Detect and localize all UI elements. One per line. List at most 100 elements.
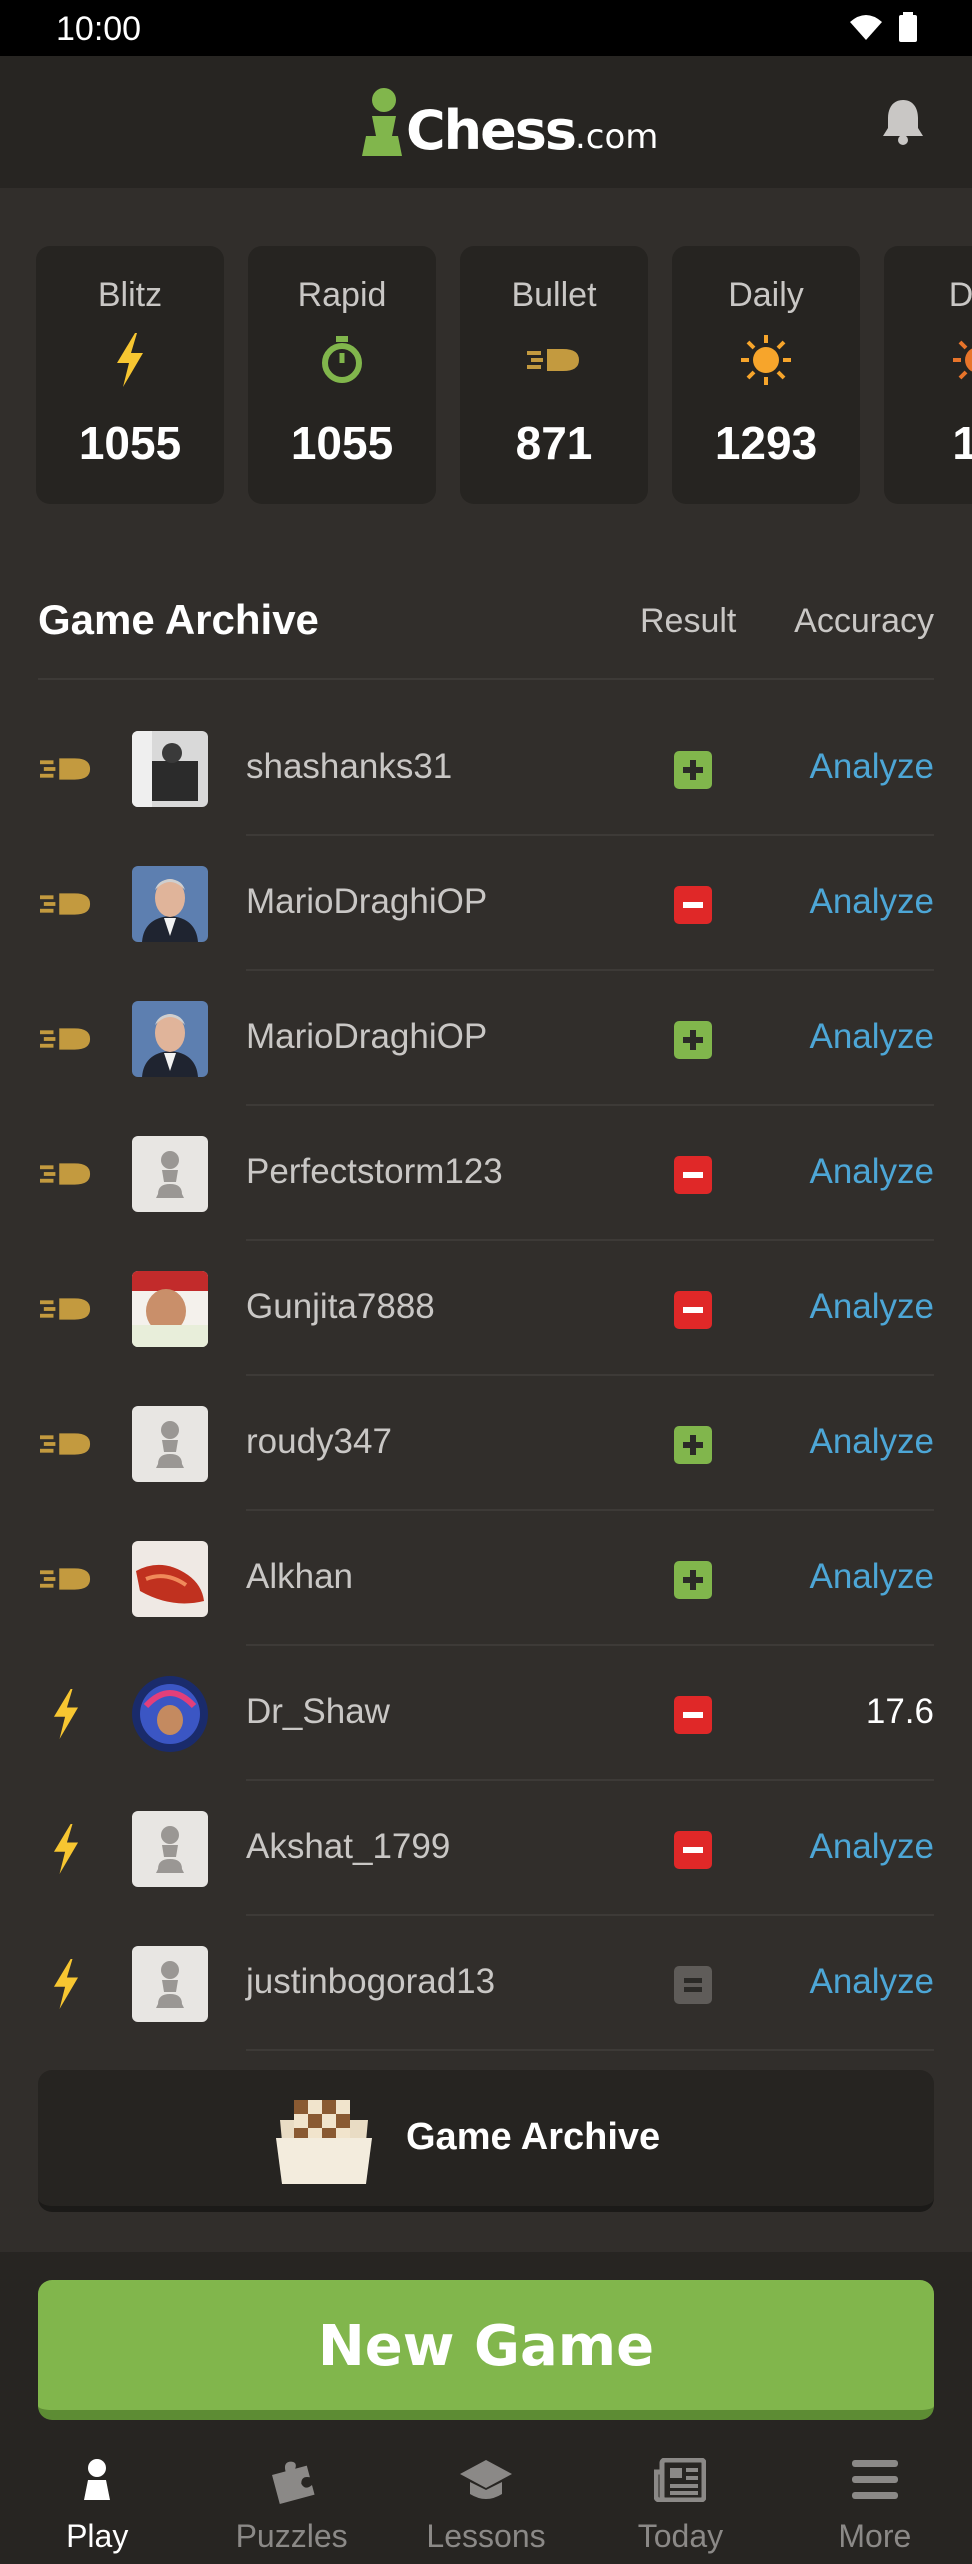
analyze-link[interactable]: Analyze [809,1827,934,1867]
sun-icon [672,332,860,388]
analyze-link[interactable]: Analyze [809,1557,934,1597]
result-minus-icon [674,886,712,924]
rating-card-daily-960[interactable]: Dail 12 [884,246,972,504]
player-name[interactable]: roudy347 [246,1422,392,1462]
avatar[interactable] [132,1676,208,1752]
player-name[interactable]: MarioDraghiOP [246,882,487,922]
notifications-bell-icon[interactable] [880,96,926,151]
game-row[interactable]: Akshat_1799 Analyze [0,1781,972,1916]
avatar[interactable] [132,1811,208,1887]
row-divider [246,2049,934,2051]
bullet-icon [38,1419,94,1469]
result-plus-icon [674,751,712,789]
avatar[interactable] [132,1946,208,2022]
game-archive-button-label: Game Archive [406,2116,661,2158]
bullet-icon [460,332,648,388]
rating-label: Daily [728,276,804,314]
rating-label: Bullet [511,276,597,314]
pawn-icon [0,2452,194,2508]
new-game-button[interactable]: New Game [38,2280,934,2420]
logo-suffix: .com [574,117,659,157]
player-name[interactable]: justinbogorad13 [246,1962,495,2002]
newspaper-icon [583,2452,777,2508]
avatar[interactable] [132,1001,208,1077]
menu-icon [778,2452,972,2508]
player-name[interactable]: Perfectstorm123 [246,1152,503,1192]
game-row[interactable]: shashanks31 Analyze [0,701,972,836]
result-minus-icon [674,1831,712,1869]
tab-label: Puzzles [235,2518,348,2554]
player-name[interactable]: Akshat_1799 [246,1827,450,1867]
game-row[interactable]: justinbogorad13 Analyze [0,1916,972,2051]
logo-text: Chess [406,99,577,162]
player-name[interactable]: Alkhan [246,1557,353,1597]
avatar[interactable] [132,1136,208,1212]
player-name[interactable]: Dr_Shaw [246,1692,390,1732]
tab-label: Today [637,2518,724,2554]
bullet-icon [38,1014,94,1064]
rating-card-bullet[interactable]: Bullet 871 [460,246,648,504]
rating-card-rapid[interactable]: Rapid 1055 [248,246,436,504]
tab-label: Lessons [426,2518,546,2554]
player-name[interactable]: MarioDraghiOP [246,1017,487,1057]
game-row[interactable]: Gunjita7888 Analyze [0,1241,972,1376]
stopwatch-icon [248,332,436,388]
bullet-icon [38,1149,94,1199]
bullet-icon [38,879,94,929]
rating-label: Dail [948,276,972,314]
rating-label: Rapid [297,276,387,314]
game-archive-button[interactable]: Game Archive [38,2070,934,2212]
game-row[interactable]: Alkhan Analyze [0,1511,972,1646]
daily-960-icon [884,332,972,388]
result-minus-icon [674,1156,712,1194]
analyze-link[interactable]: Analyze [809,747,934,787]
rating-label: Blitz [97,276,163,314]
rating-card-daily[interactable]: Daily 1293 [672,246,860,504]
column-header-accuracy: Accuracy [794,602,934,640]
avatar[interactable] [132,731,208,807]
result-minus-icon [674,1696,712,1734]
new-game-label: New Game [317,2314,655,2379]
tab-play[interactable]: Play [0,2452,194,2564]
lightning-icon [38,1959,94,2009]
game-row[interactable]: Dr_Shaw 17.6 [0,1646,972,1781]
player-name[interactable]: shashanks31 [246,747,452,787]
result-plus-icon [674,1561,712,1599]
avatar[interactable] [132,866,208,942]
avatar[interactable] [132,1406,208,1482]
result-plus-icon [674,1021,712,1059]
analyze-link[interactable]: Analyze [809,882,934,922]
game-row[interactable]: Perfectstorm123 Analyze [0,1106,972,1241]
game-row[interactable]: MarioDraghiOP Analyze [0,971,972,1106]
rating-value: 1055 [290,417,394,469]
wifi-icon [848,12,884,47]
rating-cards: Blitz 1055 Rapid 1055 Bullet 871 Daily 1… [36,246,972,504]
analyze-link[interactable]: Analyze [809,1287,934,1327]
battery-icon [898,12,918,47]
status-bar: 10:00 [0,0,972,56]
chess-com-logo[interactable]: Chess .com [356,86,658,158]
rating-value: 1293 [714,417,818,469]
tab-puzzles[interactable]: Puzzles [194,2452,388,2564]
section-title: Game Archive [38,596,319,643]
analyze-link[interactable]: Analyze [809,1962,934,2002]
tab-label: More [838,2518,912,2554]
analyze-link[interactable]: Analyze [809,1152,934,1192]
game-row[interactable]: MarioDraghiOP Analyze [0,836,972,971]
bullet-icon [38,1284,94,1334]
game-row[interactable]: roudy347 Analyze [0,1376,972,1511]
avatar[interactable] [132,1541,208,1617]
analyze-link[interactable]: Analyze [809,1422,934,1462]
tab-lessons[interactable]: Lessons [389,2452,583,2564]
rating-value: 871 [515,417,593,469]
tab-today[interactable]: Today [583,2452,777,2564]
result-minus-icon [674,1291,712,1329]
player-name[interactable]: Gunjita7888 [246,1287,435,1327]
avatar[interactable] [132,1271,208,1347]
rating-card-blitz[interactable]: Blitz 1055 [36,246,224,504]
archive-folder-icon [274,2094,374,2191]
analyze-link[interactable]: Analyze [809,1017,934,1057]
tab-more[interactable]: More [778,2452,972,2564]
column-header-result: Result [640,602,737,640]
rating-value: 12 [952,417,972,469]
